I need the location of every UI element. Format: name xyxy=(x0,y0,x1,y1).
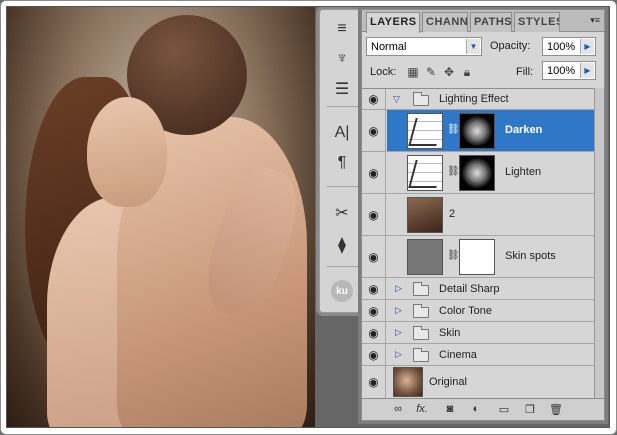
fill-input[interactable]: 100% ▶ xyxy=(542,61,596,80)
opacity-input[interactable]: 100% ▶ xyxy=(542,37,596,56)
tab-layers[interactable]: LAYERS xyxy=(366,12,420,33)
chevron-right-icon[interactable]: ▷ xyxy=(395,327,402,338)
mask-thumbnail[interactable] xyxy=(459,239,495,275)
blend-mode-select[interactable]: Normal ▼ xyxy=(366,37,482,56)
folder-icon xyxy=(413,348,429,362)
layer-name: Original xyxy=(429,376,467,388)
eye-icon[interactable]: ◉ xyxy=(362,322,386,343)
tab-paths[interactable]: PATHS xyxy=(470,12,512,32)
curves-thumbnail xyxy=(407,113,443,149)
layer-name: Cinema xyxy=(439,349,477,361)
photo-woman-face xyxy=(87,97,167,207)
layer-name: Lighting Effect xyxy=(439,93,509,105)
layer-row[interactable]: ◉ 2 xyxy=(362,194,594,236)
tab-styles[interactable]: STYLES xyxy=(514,12,560,32)
divider xyxy=(326,266,358,267)
layer-name: Darken xyxy=(505,124,543,136)
mask-thumbnail[interactable] xyxy=(459,113,495,149)
eye-icon[interactable]: ◉ xyxy=(362,89,386,109)
layer-name: 2 xyxy=(449,208,456,220)
panel-footer: ∞ fx. ◙ ◐ ▭ ❐ 🗑︎ xyxy=(362,398,604,420)
link-layers-icon[interactable]: ∞ xyxy=(390,403,406,415)
layer-name: Color Tone xyxy=(439,305,492,317)
chevron-down-icon[interactable]: ▽ xyxy=(393,94,400,105)
chevron-right-icon[interactable]: ▷ xyxy=(395,283,402,294)
folder-icon xyxy=(413,304,429,318)
divider xyxy=(326,106,358,107)
layer-name: Skin xyxy=(439,327,461,339)
chevron-right-icon[interactable]: ▷ xyxy=(395,305,402,316)
lock-pixels-icon[interactable]: ✎ xyxy=(424,65,438,79)
tab-channels[interactable]: CHANN xyxy=(422,12,468,32)
link-icon[interactable]: ⛓ xyxy=(447,166,460,177)
add-mask-icon[interactable]: ◙ xyxy=(442,403,458,415)
workspace: ≡ ♆ ☰ A| ¶ ✂ ⧫ ku LAYERS CHANN PATHS STY… xyxy=(6,6,610,428)
eye-icon[interactable]: ◉ xyxy=(362,300,386,321)
lock-position-icon[interactable]: ✥ xyxy=(442,65,456,79)
layer-name: Skin spots xyxy=(505,250,556,262)
eye-icon[interactable]: ◉ xyxy=(362,110,386,151)
lock-label: Lock: xyxy=(370,66,397,78)
new-layer-icon[interactable]: ❐ xyxy=(522,403,538,416)
layer-row[interactable]: ◉ ▷ Skin xyxy=(362,322,594,344)
layer-row[interactable]: ◉ ⛓ Skin spots xyxy=(362,236,594,278)
link-icon[interactable]: ⛓ xyxy=(447,124,460,135)
divider xyxy=(326,186,358,187)
adjustment-layer-icon[interactable]: ◐ xyxy=(468,403,484,415)
layers-scrollbar[interactable] xyxy=(594,88,604,398)
eye-icon[interactable]: ◉ xyxy=(362,278,386,299)
tool-presets-icon[interactable]: ☰ xyxy=(328,76,356,102)
curves-thumbnail xyxy=(407,155,443,191)
chevron-right-icon: ▶ xyxy=(580,39,594,54)
folder-icon xyxy=(413,282,429,296)
layer-row[interactable]: ◉ ▽ Lighting Effect xyxy=(362,89,594,110)
kuler-icon[interactable]: ku xyxy=(331,280,353,302)
layer-row[interactable]: ◉ ▷ Color Tone xyxy=(362,300,594,322)
layer-row[interactable]: ◉ ⛓ Darken xyxy=(362,110,594,152)
eye-icon[interactable]: ◉ xyxy=(362,344,386,365)
layer-row[interactable]: ◉ Original xyxy=(362,366,594,399)
character-icon[interactable]: A| xyxy=(328,120,356,146)
chevron-right-icon: ▶ xyxy=(580,63,594,78)
3d-icon[interactable]: ⧫ xyxy=(328,232,356,258)
document-canvas[interactable] xyxy=(7,7,315,427)
fill-label: Fill: xyxy=(516,66,534,78)
blend-mode-value: Normal xyxy=(371,41,407,53)
layers-panel: LAYERS CHANN PATHS STYLES ▾≡ Normal ▼ Op… xyxy=(361,9,605,421)
panel-tabs: LAYERS CHANN PATHS STYLES ▾≡ xyxy=(362,10,604,33)
opacity-label: Opacity: xyxy=(490,40,531,52)
layer-row[interactable]: ◉ ▷ Detail Sharp xyxy=(362,278,594,300)
layer-name: Lighten xyxy=(505,166,542,178)
panel-menu-icon[interactable]: ▾≡ xyxy=(590,15,600,26)
layer-thumbnail xyxy=(393,367,423,397)
eye-icon[interactable]: ◉ xyxy=(362,366,386,398)
tool-strip: ≡ ♆ ☰ A| ¶ ✂ ⧫ ku xyxy=(319,9,364,313)
link-icon[interactable]: ⛓ xyxy=(447,250,460,261)
fx-icon[interactable]: fx. xyxy=(414,403,430,415)
mask-thumbnail[interactable] xyxy=(459,155,495,191)
folder-icon xyxy=(413,92,429,106)
eye-icon[interactable]: ◉ xyxy=(362,236,386,277)
clone-source-icon[interactable]: ♆ xyxy=(328,46,356,72)
layer-row[interactable]: ◉ ▷ Cinema xyxy=(362,344,594,366)
trash-icon[interactable]: 🗑︎ xyxy=(548,403,564,416)
layer-thumbnail xyxy=(407,239,443,275)
brush-presets-icon[interactable]: ≡ xyxy=(328,16,356,42)
folder-icon xyxy=(413,326,429,340)
layers-list: ◉ ▽ Lighting Effect ◉ ⛓ Darken ◉ ⛓ Light… xyxy=(362,88,604,399)
layer-name: Detail Sharp xyxy=(439,283,500,295)
lock-transparency-icon[interactable]: ▦ xyxy=(406,65,420,79)
lock-all-icon[interactable]: 🔒︎ xyxy=(460,65,474,79)
layer-row[interactable]: ◉ ⛓ Lighten xyxy=(362,152,594,194)
chevron-down-icon: ▼ xyxy=(466,39,480,54)
tools-icon[interactable]: ✂ xyxy=(328,200,356,226)
new-group-icon[interactable]: ▭ xyxy=(496,403,512,416)
chevron-right-icon[interactable]: ▷ xyxy=(395,349,402,360)
layer-thumbnail xyxy=(407,197,443,233)
eye-icon[interactable]: ◉ xyxy=(362,194,386,235)
eye-icon[interactable]: ◉ xyxy=(362,152,386,193)
paragraph-icon[interactable]: ¶ xyxy=(328,150,356,176)
